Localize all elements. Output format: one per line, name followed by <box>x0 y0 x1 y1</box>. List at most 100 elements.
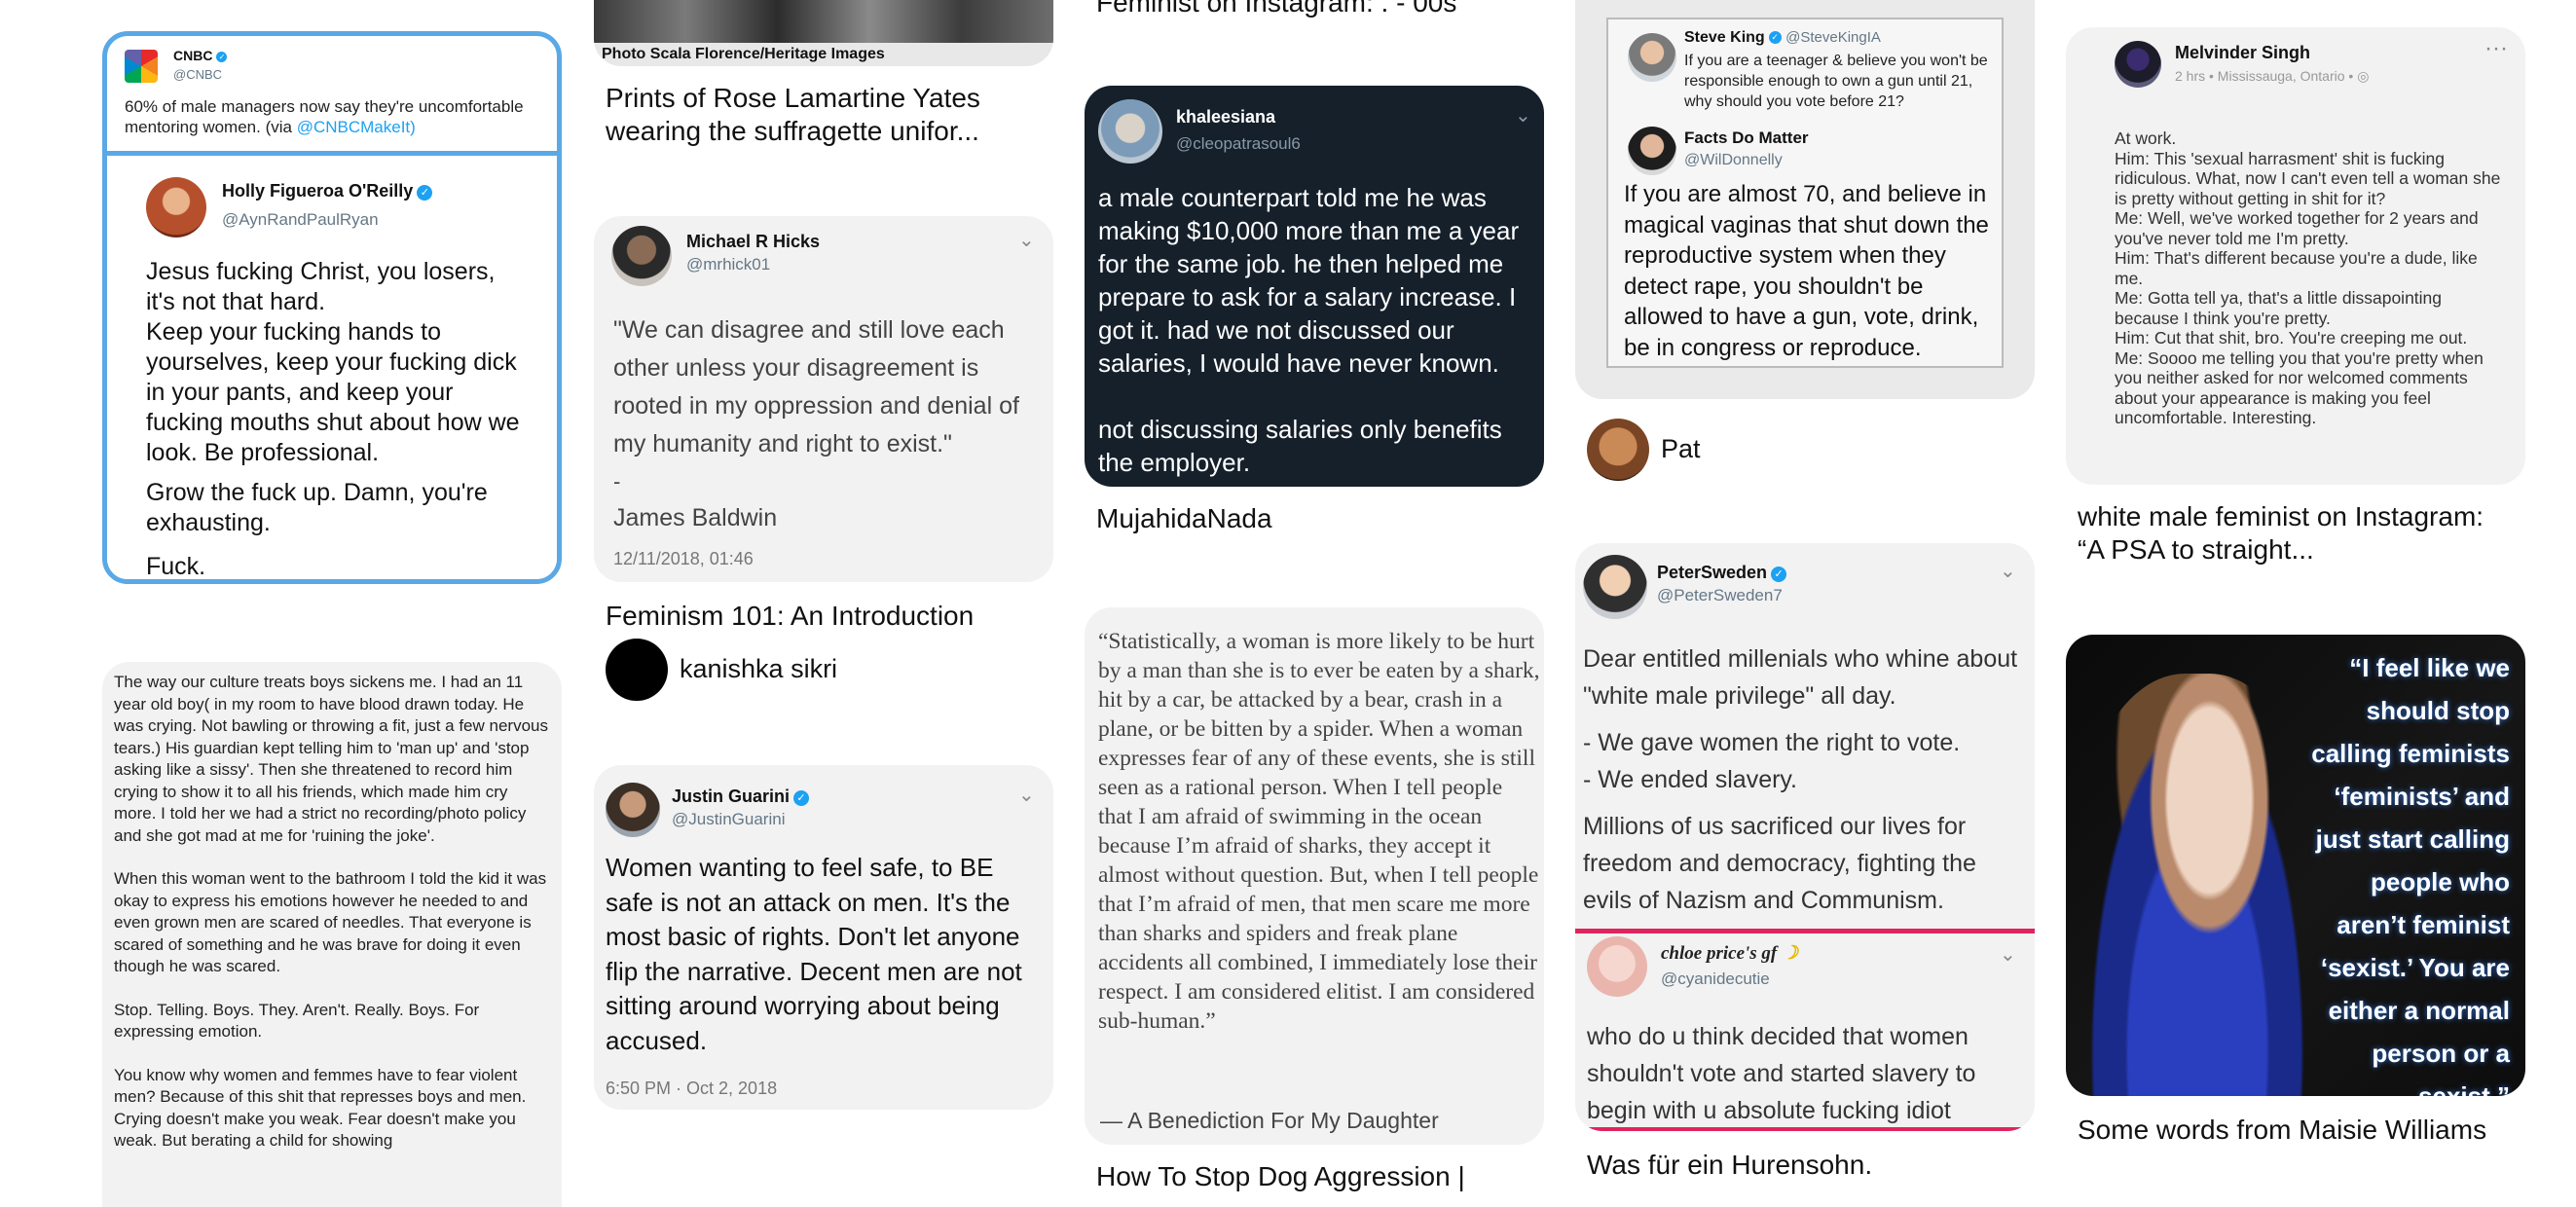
tweet-paragraph: Jesus fucking Christ, you losers, it's n… <box>146 258 496 315</box>
tweet-paragraph: not discussing salaries only benefits th… <box>1098 415 1502 477</box>
quote-dash: - <box>613 469 621 494</box>
pinner-avatar[interactable] <box>1587 419 1649 481</box>
tweet-paragraph: - We ended slavery. <box>1583 766 1798 793</box>
user-name: khaleesiana <box>1176 107 1276 127</box>
pin-boys-emotions-text[interactable]: The way our culture treats boys sickens … <box>102 662 562 1207</box>
post-line: Me: Well, we've worked together for 2 ye… <box>2115 208 2479 248</box>
user-name: Steve King <box>1684 29 1765 46</box>
user-name: Michael R Hicks <box>686 232 821 251</box>
outer-tweet-link[interactable]: @CNBCMakeIt) <box>297 118 416 136</box>
user-handle: @JustinGuarini <box>672 810 786 828</box>
quote-text: “I feel like we should stop calling femi… <box>2311 653 2510 1096</box>
inner-user-name: Holly Figueroa O'Reilly <box>222 181 414 201</box>
portrait-image <box>2076 674 2319 1096</box>
reply-user-name: Facts Do Matter <box>1684 128 1809 147</box>
tweet-date: 6:50 PM · Oct 2, 2018 <box>606 1079 778 1098</box>
pin-benediction-quote[interactable]: “Statistically, a woman is more likely t… <box>1085 607 1544 1145</box>
pinner-name[interactable]: kanishka sikri <box>680 654 837 684</box>
photo-caption: Photo Scala Florence/Heritage Images <box>602 46 885 62</box>
post-line: Him: Cut that shit, bro. You're creeping… <box>2115 328 2468 347</box>
avatar <box>1628 127 1676 175</box>
verified-icon: ✓ <box>417 184 433 201</box>
pin-title[interactable]: Was für ein Hurensohn. <box>1587 1149 2025 1182</box>
pin-title[interactable]: Feminism 101: An Introduction <box>606 600 1044 633</box>
pin-cnbc-tweet[interactable]: CNBC ✓ @CNBC 60% of male managers now say… <box>102 31 562 584</box>
tweet-date: 12/11/2018, 01:46 <box>613 549 754 568</box>
pin-title[interactable]: How To Stop Dog Aggression | <box>1096 1160 1534 1193</box>
verified-icon: ✓ <box>793 789 810 806</box>
pinner-avatar[interactable] <box>606 639 668 701</box>
tweet-paragraph: Grow the fuck up. Damn, you're exhaustin… <box>146 479 488 536</box>
post-meta: 2 hrs • Mississauga, Ontario • ◎ <box>2175 68 2370 84</box>
tweet-paragraph: Keep your fucking hands to yourselves, k… <box>146 318 520 466</box>
verified-icon: ✓ <box>1771 566 1787 582</box>
post-paragraph: Stop. Telling. Boys. They. Aren't. Reall… <box>114 1000 480 1042</box>
post-line: At work. <box>2115 128 2177 148</box>
avatar <box>1587 936 1647 997</box>
reply-user-name: chloe price's gf <box>1661 943 1778 964</box>
chevron-down-icon[interactable]: ⌄ <box>2000 942 2016 967</box>
chevron-down-icon[interactable]: ⌄ <box>1018 228 1035 252</box>
outer-user-handle: @CNBC <box>173 67 223 82</box>
pin-title[interactable]: white male feminist on Instagram: “A PSA… <box>2078 500 2516 567</box>
quoted-tweet[interactable]: Holly Figueroa O'Reilly ✓ @AynRandPaulRya… <box>107 151 557 580</box>
pin-title[interactable]: MujahidaNada <box>1096 502 1534 535</box>
tweet-paragraph: Fuck. <box>146 553 206 580</box>
avatar <box>2115 41 2161 88</box>
tweet-paragraph: - We gave women the right to vote. <box>1583 729 1961 756</box>
reply-user-handle: @cyanidecutie <box>1661 969 1770 988</box>
pin-baldwin-quote[interactable]: Michael R Hicks @mrhick01 ⌄ "We can disa… <box>594 216 1053 582</box>
pin-title[interactable]: Prints of Rose Lamartine Yates wearing t… <box>606 82 1044 148</box>
pin-steve-king-tweet[interactable]: Steve King ✓ @SteveKingIA If you are a te… <box>1575 0 2035 399</box>
user-handle: @cleopatrasoul6 <box>1176 134 1301 153</box>
post-line: Me: Soooo me telling you that you're pre… <box>2115 347 2484 428</box>
chevron-down-icon[interactable]: ⌄ <box>2000 559 2016 583</box>
chevron-down-icon[interactable]: ⌄ <box>1018 783 1035 807</box>
post-line: Him: This 'sexual harrasment' shit is fu… <box>2115 148 2501 208</box>
quote-text: “Statistically, a woman is more likely t… <box>1098 629 1540 1034</box>
tweet-paragraph: Dear entitled millenials who whine about… <box>1583 645 2018 710</box>
user-name: PeterSweden <box>1657 563 1768 582</box>
user-name: Melvinder Singh <box>2175 43 2311 62</box>
post-line: Me: Gotta tell ya, that's a little dissa… <box>2115 288 2443 328</box>
red-divider <box>1575 929 2035 933</box>
pin-suffragette-photo[interactable]: Photo Scala Florence/Heritage Images <box>594 0 1053 66</box>
quote-author: James Baldwin <box>613 504 778 531</box>
avatar <box>611 226 672 286</box>
user-handle: @SteveKingIA <box>1785 29 1881 46</box>
user-handle: @mrhick01 <box>686 255 771 274</box>
pinner-name[interactable]: Pat <box>1661 434 1701 464</box>
post-paragraph: The way our culture treats boys sickens … <box>114 673 548 845</box>
pin-salary-tweet[interactable]: khaleesiana @cleopatrasoul6 ⌄ a male cou… <box>1085 86 1544 487</box>
red-divider <box>1575 1127 2035 1131</box>
pin-justin-guarini-tweet[interactable]: Justin Guarini ✓ @JustinGuarini ⌄ Women w… <box>594 765 1053 1110</box>
quote-text: "We can disagree and still love each oth… <box>613 316 1019 457</box>
reply-text: If you are almost 70, and believe in mag… <box>1624 181 1989 361</box>
reply-text: who do u think decided that women should… <box>1587 1023 1976 1124</box>
post-paragraph: You know why women and femmes have to fe… <box>114 1065 527 1151</box>
cnbc-logo <box>125 50 158 83</box>
more-options-icon[interactable]: ··· <box>2484 35 2508 62</box>
tweet-text: If you are a teenager & believe you won'… <box>1684 53 1988 110</box>
post-line: Him: That's different because you're a d… <box>2115 248 2478 288</box>
inner-user-handle: @AynRandPaulRyan <box>222 210 379 229</box>
tweet-paragraph: a male counterpart told me he was making… <box>1098 183 1520 378</box>
pin-maisie-williams-quote[interactable]: “I feel like we should stop calling femi… <box>2066 635 2525 1096</box>
photo-image <box>594 0 1053 43</box>
avatar <box>1098 99 1162 164</box>
user-handle: @PeterSweden7 <box>1657 586 1783 604</box>
tweet-text: Women wanting to feel safe, to BE safe i… <box>606 853 1022 1055</box>
verified-icon: ✓ <box>216 51 228 62</box>
pin-title[interactable]: Some words from Maisie Williams <box>2078 1114 2516 1147</box>
pin-melvinder-post[interactable]: Melvinder Singh 2 hrs • Mississauga, Ont… <box>2066 27 2525 485</box>
chevron-down-icon[interactable]: ⌄ <box>1515 103 1531 128</box>
tweet-paragraph: Millions of us sacrificed our lives for … <box>1583 813 1976 914</box>
outer-user-name: CNBC <box>173 48 213 63</box>
avatar <box>146 177 206 238</box>
pin-petersweden-tweet[interactable]: PeterSweden ✓ @PeterSweden7 ⌄ Dear entitl… <box>1575 543 2035 1131</box>
quote-source: — A Benediction For My Daughter <box>1100 1108 1439 1133</box>
pin-title[interactable]: Feminist on Instagram: . - 00s <box>1096 0 1534 19</box>
avatar <box>1628 33 1676 82</box>
avatar <box>1583 555 1647 619</box>
user-name: Justin Guarini <box>672 786 791 806</box>
